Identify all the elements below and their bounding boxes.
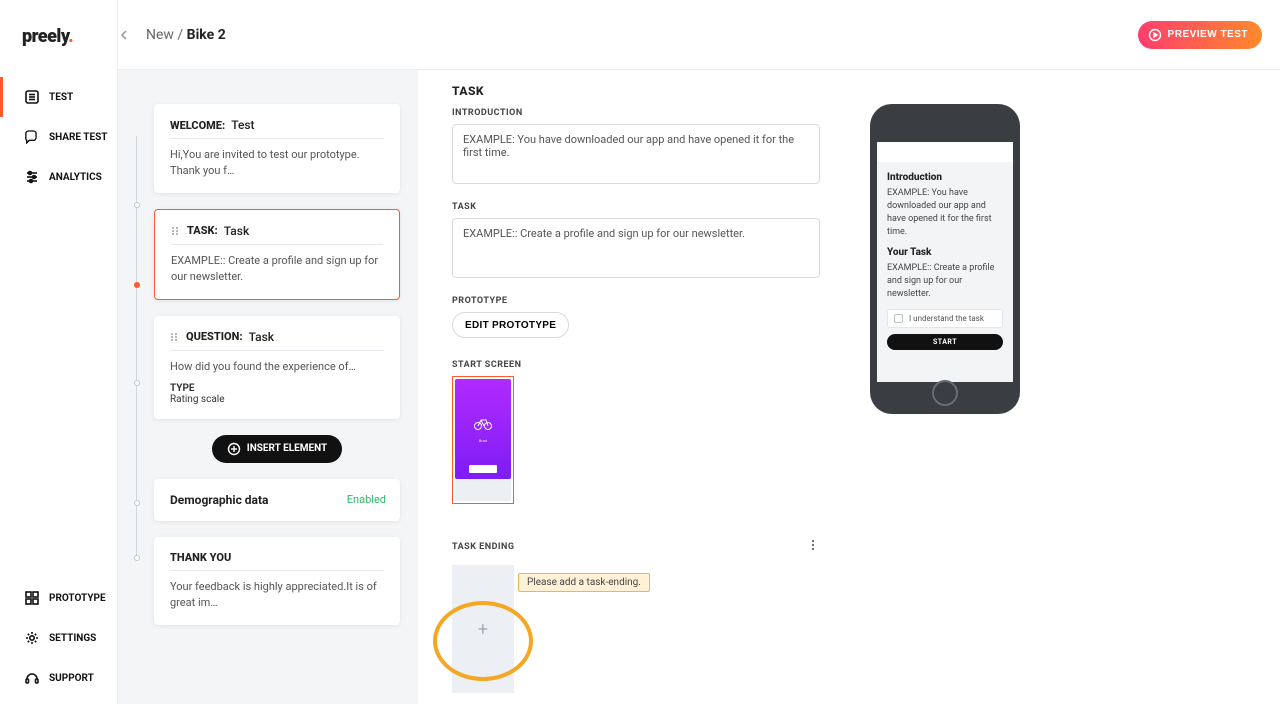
breadcrumb-root[interactable]: New [146, 27, 174, 43]
card-title: THANK YOU [170, 551, 231, 564]
headset-icon [25, 671, 39, 685]
sliders-icon [25, 170, 39, 184]
card-subject: Test [231, 118, 254, 132]
card-subject: Task [224, 224, 249, 238]
nav-label: SUPPORT [49, 673, 94, 684]
nav-support[interactable]: SUPPORT [0, 658, 117, 698]
bike-icon [473, 415, 493, 434]
gear-icon [25, 631, 39, 645]
card-kind: QUESTION: [186, 330, 243, 343]
start-screen-thumb[interactable]: Brud [452, 376, 514, 504]
chat-icon [25, 130, 39, 144]
preview-task-text: EXAMPLE:: Create a profile and sign up f… [887, 262, 1003, 301]
type-value: Rating scale [170, 394, 384, 405]
card-desc: How did you found the experience of… [170, 359, 384, 375]
section-title: TASK [452, 84, 1280, 98]
preview-task-heading: Your Task [887, 247, 1003, 258]
nav-label: SHARE TEST [49, 132, 107, 143]
card-desc: Your feedback is highly appreciated.It i… [170, 579, 384, 611]
drag-icon [171, 226, 181, 236]
task-editor: TASK INTRODUCTION TASK PROTOTYPE EDIT PR… [418, 70, 1280, 704]
nav-bottom: PROTOTYPE SETTINGS SUPPORT [0, 578, 117, 698]
demographic-card[interactable]: Demographic data Enabled [154, 479, 400, 521]
intro-textarea[interactable] [452, 124, 820, 184]
list-icon [25, 90, 39, 104]
drag-icon [170, 332, 180, 342]
welcome-card[interactable]: WELCOME: Test Hi,You are invited to test… [154, 104, 400, 193]
intro-label: INTRODUCTION [452, 108, 1280, 118]
nav-settings[interactable]: SETTINGS [0, 618, 117, 658]
task-ending-wrap: + Please add a task-ending. [452, 565, 514, 693]
task-textarea[interactable] [452, 218, 820, 278]
edit-prototype-button[interactable]: EDIT PROTOTYPE [452, 312, 569, 338]
nav-analytics[interactable]: ANALYTICS [0, 157, 117, 197]
checkbox-icon [894, 314, 903, 323]
elements-column: WELCOME: Test Hi,You are invited to test… [118, 70, 418, 704]
task-ending-menu[interactable] [806, 538, 820, 555]
ending-tooltip: Please add a task-ending. [518, 573, 650, 592]
nav-label: TEST [49, 92, 73, 103]
plus-icon: + [478, 619, 488, 640]
question-card[interactable]: QUESTION: Task How did you found the exp… [154, 316, 400, 419]
home-button-icon [932, 380, 958, 406]
back-button[interactable] [112, 23, 136, 47]
task-ending-label: TASK ENDING [452, 542, 515, 552]
card-subject: Task [249, 330, 274, 344]
enabled-badge: Enabled [347, 493, 386, 506]
preview-intro-text: EXAMPLE: You have downloaded our app and… [887, 187, 1003, 239]
nav-test[interactable]: TEST [0, 77, 117, 117]
preview-intro-heading: Introduction [887, 172, 1003, 183]
grid-icon [25, 591, 39, 605]
nav-label: ANALYTICS [49, 172, 102, 183]
insert-element-button[interactable]: INSERT ELEMENT [212, 435, 342, 463]
thankyou-card[interactable]: THANK YOU Your feedback is highly apprec… [154, 537, 400, 625]
card-desc: Hi,You are invited to test our prototype… [170, 147, 384, 179]
nav-label: SETTINGS [49, 633, 96, 644]
logo: preely. [22, 26, 117, 47]
card-title: Demographic data [170, 493, 268, 507]
card-kind: WELCOME: [170, 119, 225, 132]
phone-preview: Introduction EXAMPLE: You have downloade… [870, 104, 1020, 414]
task-card[interactable]: TASK: Task EXAMPLE:: Create a profile an… [154, 209, 400, 300]
preview-test-button[interactable]: PREVIEW TEST [1138, 21, 1262, 49]
nav-share-test[interactable]: SHARE TEST [0, 117, 117, 157]
card-kind: TASK: [187, 224, 218, 237]
breadcrumb: New / Bike 2 [146, 27, 226, 43]
understand-checkbox[interactable]: I understand the task [887, 309, 1003, 328]
add-task-ending-button[interactable]: + [452, 565, 514, 693]
type-label: TYPE [170, 383, 384, 394]
left-sidebar: preely. TEST SHARE TEST ANALYTICS PROTOT… [0, 0, 118, 704]
nav-top: TEST SHARE TEST ANALYTICS [0, 77, 117, 197]
play-circle-icon [1148, 28, 1162, 42]
chevron-left-icon [119, 30, 129, 40]
topbar: New / Bike 2 PREVIEW TEST [118, 0, 1280, 70]
task-label: TASK [452, 202, 1280, 212]
card-desc: EXAMPLE:: Create a profile and sign up f… [171, 253, 383, 285]
breadcrumb-current: Bike 2 [187, 27, 226, 43]
plus-circle-icon [227, 442, 241, 456]
kebab-icon [806, 538, 820, 552]
start-screen-label: START SCREEN [452, 360, 1280, 370]
nav-prototype[interactable]: PROTOTYPE [0, 578, 117, 618]
nav-label: PROTOTYPE [49, 593, 106, 604]
start-button[interactable]: START [887, 334, 1003, 350]
prototype-label: PROTOTYPE [452, 296, 1280, 306]
